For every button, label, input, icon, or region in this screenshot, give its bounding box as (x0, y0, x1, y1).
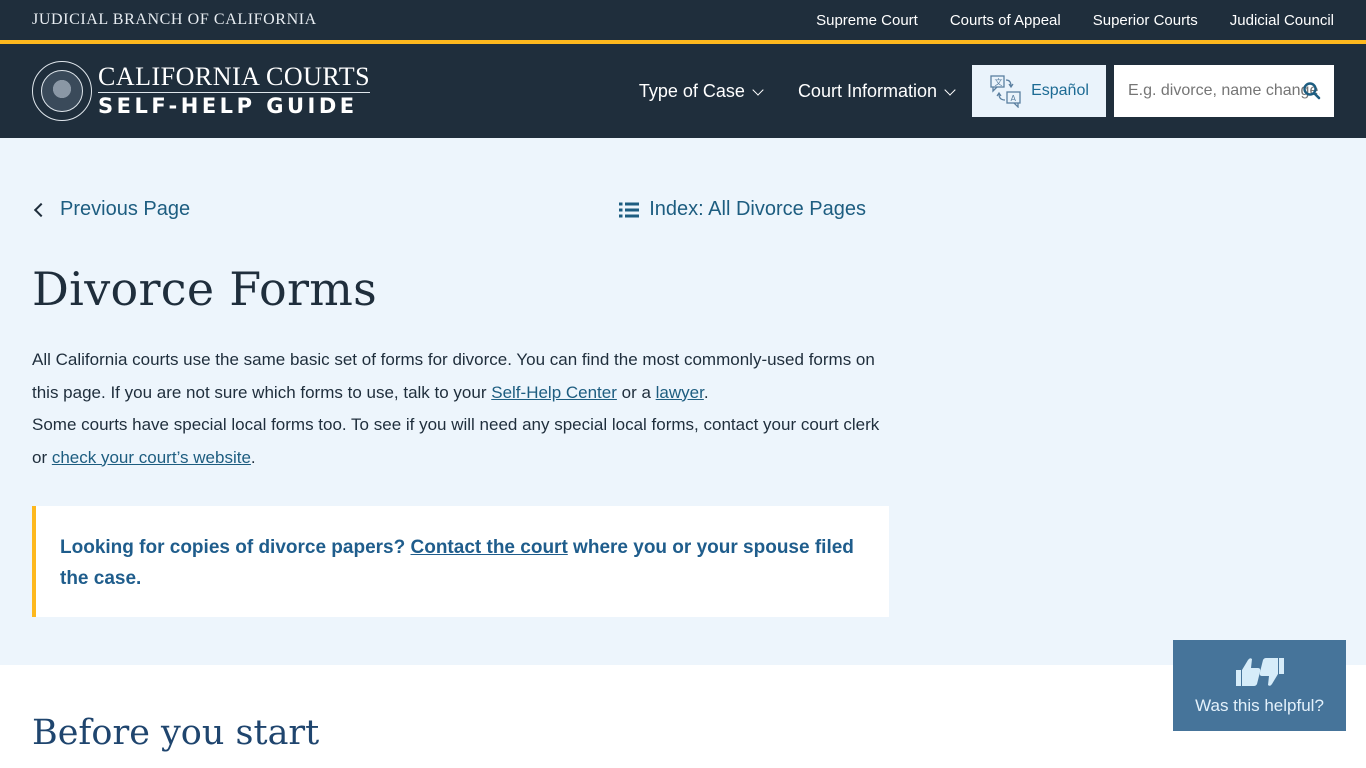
before-you-start-section: Before you start (0, 665, 1366, 753)
main-header: CALIFORNIA COURTS SELF-HELP GUIDE Type o… (0, 44, 1366, 138)
chevron-down-icon (752, 83, 764, 96)
svg-text:A: A (1011, 94, 1017, 103)
nav-type-of-case-label: Type of Case (638, 80, 745, 101)
utility-nav: Supreme Court Courts of Appeal Superior … (816, 12, 1334, 29)
index-all-divorce-pages-link[interactable]: Index: All Divorce Pages (619, 198, 866, 221)
intro-paragraph-1: All California courts use the same basic… (32, 344, 892, 409)
feedback-label: Was this helpful? (1195, 695, 1324, 715)
utility-bar: JUDICIAL BRANCH OF CALIFORNIA Supreme Co… (0, 0, 1366, 40)
nav-court-information[interactable]: Court Information (797, 80, 956, 102)
nav-type-of-case[interactable]: Type of Case (638, 80, 764, 102)
site-logo[interactable]: CALIFORNIA COURTS SELF-HELP GUIDE (32, 61, 371, 121)
utility-link-superior-courts[interactable]: Superior Courts (1093, 12, 1198, 29)
search-box (1114, 65, 1334, 117)
intro-paragraph-2: Some courts have special local forms too… (32, 409, 892, 474)
previous-page-label: Previous Page (60, 198, 191, 220)
divorce-papers-callout: Looking for copies of divorce papers? Co… (32, 506, 889, 617)
search-input[interactable] (1114, 65, 1334, 117)
logo-text: CALIFORNIA COURTS SELF-HELP GUIDE (98, 61, 371, 119)
self-help-center-link[interactable]: Self-Help Center (491, 383, 617, 402)
chevron-left-icon (33, 202, 49, 217)
hero-section: Previous Page Index: All Divorce Pages D… (0, 138, 1366, 665)
intro-text: All California courts use the same basic… (32, 344, 892, 474)
feedback-button[interactable]: Was this helpful? (1173, 640, 1346, 731)
intro-text-span: or a (616, 382, 656, 402)
court-website-link[interactable]: check your court’s website (52, 448, 251, 467)
utility-link-supreme-court[interactable]: Supreme Court (816, 12, 918, 29)
contact-the-court-link[interactable]: Contact the court (411, 537, 568, 558)
list-icon (619, 202, 640, 217)
thumbs-up-down-icon (1235, 657, 1284, 686)
intro-text-span: . (703, 382, 709, 402)
main-nav: Type of Case Court Information 文 A Españ… (639, 65, 1334, 117)
judicial-council-seal-icon (32, 61, 92, 121)
espanol-label: Español (1031, 82, 1089, 99)
chevron-down-icon (944, 83, 956, 96)
logo-title: CALIFORNIA COURTS (98, 61, 371, 93)
section-title: Before you start (32, 713, 320, 753)
logo-subtitle: SELF-HELP GUIDE (98, 93, 358, 118)
previous-page-link[interactable]: Previous Page (32, 198, 190, 221)
espanol-button[interactable]: 文 A Español (972, 65, 1106, 117)
intro-text-span: All California courts use the same basic… (32, 350, 875, 402)
page-title: Divorce Forms (32, 262, 378, 316)
translate-icon: 文 A (990, 75, 1021, 108)
search-icon[interactable] (1302, 81, 1322, 101)
svg-text:文: 文 (995, 77, 1003, 87)
utility-link-judicial-council[interactable]: Judicial Council (1230, 12, 1334, 29)
callout-text: Looking for copies of divorce papers? (60, 537, 411, 558)
intro-text-span: . (250, 447, 256, 467)
index-label: Index: All Divorce Pages (649, 198, 866, 220)
utility-link-courts-of-appeal[interactable]: Courts of Appeal (950, 12, 1061, 29)
judicial-branch-title: JUDICIAL BRANCH OF CALIFORNIA (32, 11, 317, 28)
lawyer-link[interactable]: lawyer (656, 383, 704, 402)
nav-court-information-label: Court Information (797, 80, 937, 101)
page-navigation: Previous Page Index: All Divorce Pages (32, 198, 866, 221)
